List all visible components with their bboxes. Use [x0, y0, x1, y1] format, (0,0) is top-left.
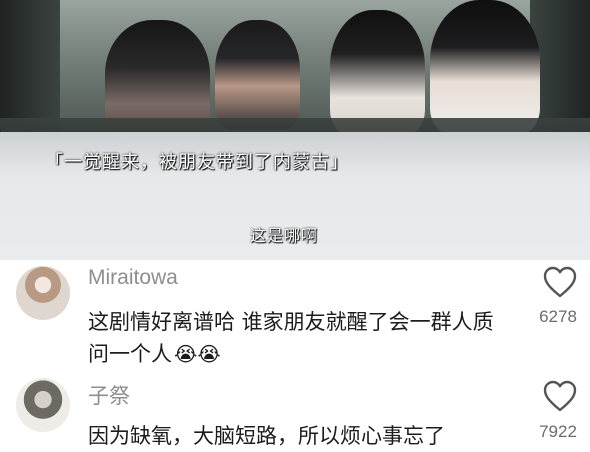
- heart-outline-icon[interactable]: [542, 265, 578, 299]
- driver: [430, 0, 540, 135]
- comment-list: Miraitowa 这剧情好离谱哈 谁家朋友就醒了会一群人质问一个人 😭😭 627…: [0, 260, 590, 448]
- comment-text: 这剧情好离谱哈 谁家朋友就醒了会一群人质问一个人 😭😭: [88, 306, 513, 370]
- comment-item: Miraitowa 这剧情好离谱哈 谁家朋友就醒了会一群人质问一个人 😭😭 627…: [0, 260, 590, 375]
- comment-username[interactable]: Miraitowa: [88, 266, 178, 290]
- crying-emoji: 😭😭: [174, 342, 221, 366]
- video-caption-title: 「一觉醒来，被朋友带到了内蒙古」: [45, 152, 349, 173]
- avatar[interactable]: [16, 266, 70, 320]
- video-subtitle: 这是哪啊: [250, 226, 319, 245]
- comment-text-body: 这剧情好离谱哈 谁家朋友就醒了会一群人质问一个人: [88, 310, 494, 366]
- comment-username[interactable]: 子祭: [88, 380, 130, 410]
- video-player[interactable]: 「一觉醒来，被朋友带到了内蒙古」 这是哪啊: [0, 0, 590, 260]
- comment-text: 因为缺氧，大脑短路，所以烦心事忘了: [88, 424, 445, 448]
- like-count: 6278: [539, 307, 577, 326]
- like-count: 7922: [539, 422, 577, 441]
- avatar[interactable]: [16, 378, 70, 432]
- passenger-2: [215, 20, 300, 130]
- heart-outline-icon[interactable]: [542, 379, 578, 413]
- passenger-3: [330, 10, 425, 135]
- comment-item: 子祭 因为缺氧，大脑短路，所以烦心事忘了 7922: [0, 375, 590, 448]
